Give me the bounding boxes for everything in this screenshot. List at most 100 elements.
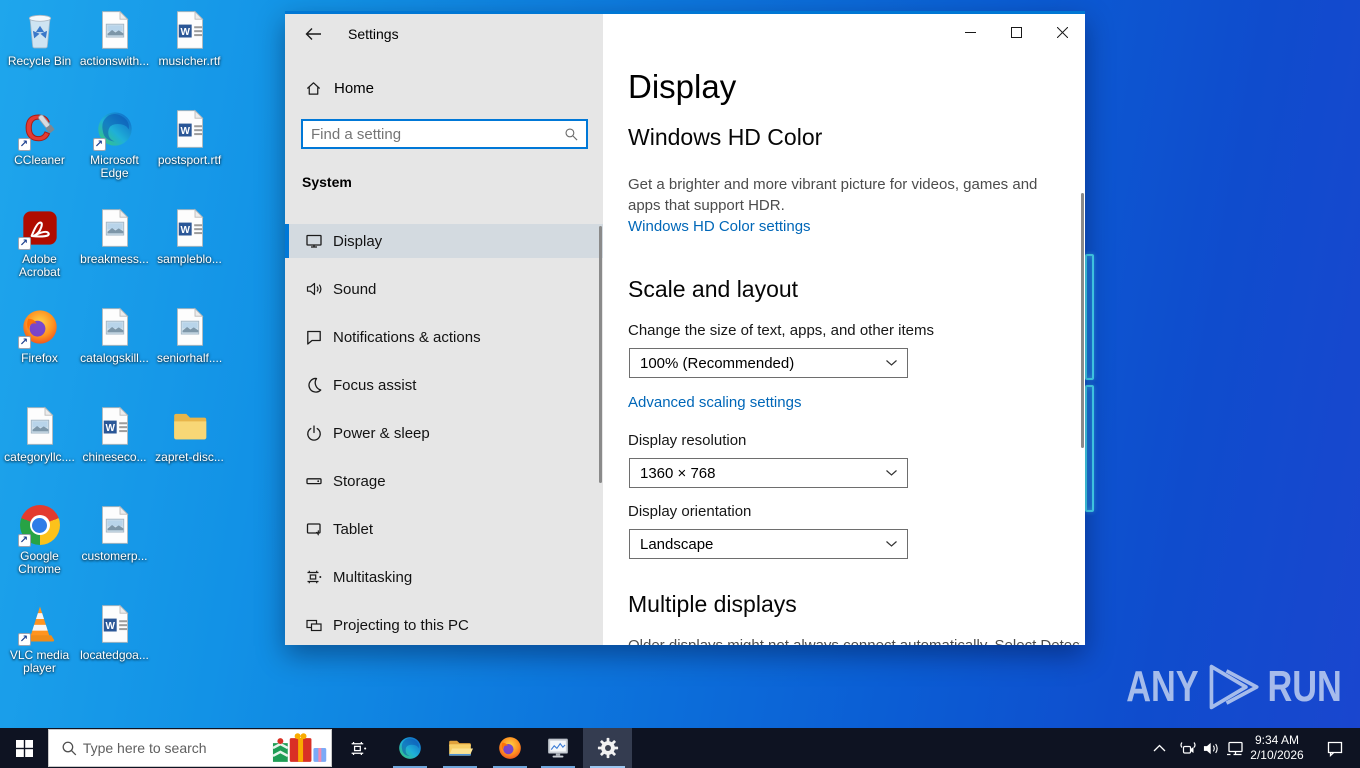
word-doc-icon xyxy=(95,406,135,446)
network-button[interactable] xyxy=(1222,728,1248,768)
page-title: Display xyxy=(628,68,737,105)
multitasking-icon xyxy=(307,570,322,584)
taskbar-settings-button[interactable] xyxy=(583,728,632,768)
shortcut-arrow-icon: ↗ xyxy=(17,633,31,646)
desktop-icon-zapret-disc[interactable]: zapret-disc... xyxy=(152,400,227,499)
start-button[interactable] xyxy=(0,728,48,768)
settings-window: Settings Home System Display xyxy=(285,11,1085,645)
taskbar-system-monitor-button[interactable] xyxy=(534,728,582,768)
chevron-down-icon xyxy=(886,541,897,547)
content-scrollbar[interactable] xyxy=(1081,193,1084,448)
watermark-any-text: ANY xyxy=(1126,662,1199,711)
empty-cell xyxy=(152,499,227,598)
taskbar: 9:34 AM 2/10/2026 xyxy=(0,728,1360,768)
sidebar-item-power-sleep[interactable]: Power & sleep xyxy=(285,416,603,450)
shortcut-arrow-icon: ↗ xyxy=(92,138,106,151)
desktop-icon-chineseco[interactable]: chineseco... xyxy=(77,400,152,499)
maximize-button[interactable] xyxy=(993,14,1039,53)
sidebar-item-focus-assist[interactable]: Focus assist xyxy=(285,368,603,402)
multiple-displays-clipped-text: Older displays might not always connect … xyxy=(628,637,1080,645)
desktop-icon-actionswith[interactable]: actionswith... xyxy=(77,4,152,103)
search-highlights-gifts-icon xyxy=(272,733,327,762)
desktop-icon-label: catalogskill... xyxy=(80,351,149,365)
home-icon xyxy=(306,82,321,95)
advanced-scaling-link[interactable]: Advanced scaling settings xyxy=(628,394,801,411)
desktop-icon-label: musicher.rtf xyxy=(158,54,221,68)
minimize-button[interactable] xyxy=(947,14,993,53)
meet-now-button[interactable] xyxy=(1176,728,1200,768)
desktop-icon-catalogskill[interactable]: catalogskill... xyxy=(77,301,152,400)
image-file-icon xyxy=(95,307,135,347)
taskbar-clock[interactable]: 9:34 AM 2/10/2026 xyxy=(1246,728,1308,768)
sidebar-item-tablet[interactable]: Tablet xyxy=(285,512,603,546)
hd-color-settings-link[interactable]: Windows HD Color settings xyxy=(628,218,811,235)
desktop-icon-categoryllc[interactable]: categoryllc.... xyxy=(2,400,77,499)
sidebar-item-home[interactable]: Home xyxy=(305,80,374,97)
desktop-icon-customerp[interactable]: customerp... xyxy=(77,499,152,598)
desktop-icon-google-chrome[interactable]: ↗ Google Chrome xyxy=(2,499,77,598)
orientation-dropdown-value: Landscape xyxy=(640,535,714,553)
desktop-icon-firefox[interactable]: ↗ Firefox xyxy=(2,301,77,400)
taskbar-search-input[interactable] xyxy=(76,740,270,756)
ethernet-network-icon xyxy=(1227,741,1243,755)
desktop-icon-recycle-bin[interactable]: Recycle Bin xyxy=(2,4,77,103)
desktop-icon-label: customerp... xyxy=(81,549,148,563)
file-explorer-icon xyxy=(447,735,473,761)
desktop-icon-musicher[interactable]: musicher.rtf xyxy=(152,4,227,103)
taskbar-file-explorer-button[interactable] xyxy=(436,728,484,768)
desktop-icon-label: VLC media player xyxy=(9,648,70,675)
taskbar-edge-button[interactable] xyxy=(386,728,434,768)
sidebar-item-projecting[interactable]: Projecting to this PC xyxy=(285,608,603,642)
orientation-dropdown[interactable]: Landscape xyxy=(629,529,908,559)
desktop-icon-ccleaner[interactable]: ↗ CCleaner xyxy=(2,103,77,202)
clock-date: 2/10/2026 xyxy=(1250,748,1304,762)
find-a-setting-input[interactable] xyxy=(303,125,565,143)
recycle-bin-icon xyxy=(20,10,60,50)
desktop-icon-seniorhalf[interactable]: seniorhalf.... xyxy=(152,301,227,400)
sidebar-item-display[interactable]: Display xyxy=(285,224,603,258)
image-file-icon xyxy=(95,208,135,248)
scale-dropdown[interactable]: 100% (Recommended) xyxy=(629,348,908,378)
sidebar-item-label: Sound xyxy=(333,280,377,298)
sidebar-item-sound[interactable]: Sound xyxy=(285,272,603,306)
desktop-icon-label: sampleblo... xyxy=(157,252,222,266)
desktop-icon-sampleblo[interactable]: sampleblo... xyxy=(152,202,227,301)
close-button[interactable] xyxy=(1039,14,1085,53)
desktop-icon-locatedgoa[interactable]: locatedgoa... xyxy=(77,598,152,697)
taskbar-firefox-button[interactable] xyxy=(486,728,534,768)
action-center-button[interactable] xyxy=(1310,728,1360,768)
watermark-run-text: RUN xyxy=(1267,662,1342,711)
shortcut-arrow-icon: ↗ xyxy=(17,534,31,547)
back-button[interactable] xyxy=(300,22,326,46)
image-file-icon xyxy=(95,505,135,545)
chevron-down-icon xyxy=(886,470,897,476)
volume-button[interactable] xyxy=(1198,728,1222,768)
orientation-label: Display orientation xyxy=(628,503,752,520)
folder-icon xyxy=(170,406,210,446)
sidebar-item-label: Projecting to this PC xyxy=(333,616,469,634)
focus-assist-icon xyxy=(308,377,322,393)
notifications-icon xyxy=(307,330,321,345)
image-file-icon xyxy=(170,307,210,347)
image-file-icon xyxy=(20,406,60,446)
sidebar-item-label: Storage xyxy=(333,472,386,490)
task-view-button[interactable] xyxy=(334,728,382,768)
clock-time: 9:34 AM xyxy=(1254,733,1299,747)
sidebar-item-storage[interactable]: Storage xyxy=(285,464,603,498)
sidebar-item-multitasking[interactable]: Multitasking xyxy=(285,560,603,594)
desktop-icon-microsoft-edge[interactable]: ↗ Microsoft Edge xyxy=(77,103,152,202)
desktop-icon-breakmess[interactable]: breakmess... xyxy=(77,202,152,301)
sidebar-scrollbar[interactable] xyxy=(599,226,602,483)
desktop-icon-label: locatedgoa... xyxy=(80,648,149,662)
show-hidden-icons-button[interactable] xyxy=(1146,728,1172,768)
window-title: Settings xyxy=(348,26,399,42)
action-center-icon xyxy=(1327,741,1343,757)
desktop-icon-postsport[interactable]: postsport.rtf xyxy=(152,103,227,202)
desktop-icon-adobe-acrobat[interactable]: ↗ Adobe Acrobat xyxy=(2,202,77,301)
sidebar-item-notifications[interactable]: Notifications & actions xyxy=(285,320,603,354)
speaker-icon xyxy=(1203,742,1218,754)
sound-icon xyxy=(306,282,322,296)
desktop-icon-vlc[interactable]: ↗ VLC media player xyxy=(2,598,77,697)
resolution-dropdown[interactable]: 1360 × 768 xyxy=(629,458,908,488)
word-doc-icon xyxy=(95,604,135,644)
